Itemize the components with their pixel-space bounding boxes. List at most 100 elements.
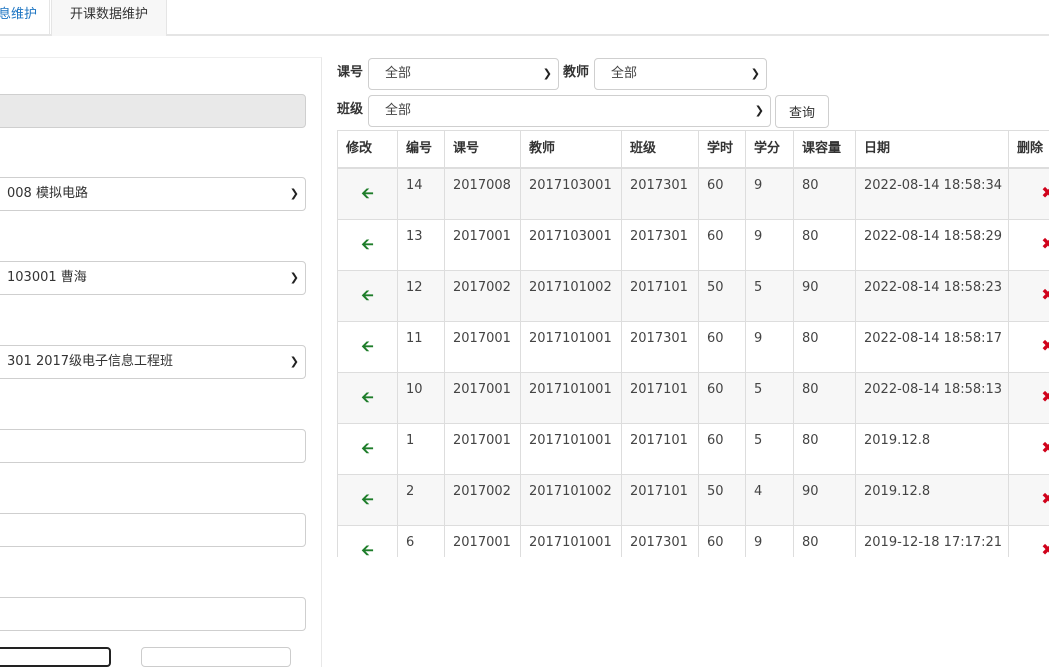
cell-course: 2017002: [445, 270, 521, 321]
left-arrow-icon[interactable]: 🡨: [361, 235, 373, 253]
teacher-select[interactable]: 103001 曹海 ❯: [0, 261, 306, 295]
chevron-down-icon: ❯: [751, 59, 760, 89]
table-row: 🡨 14 2017008 2017103001 2017301 60 9 80 …: [338, 168, 1049, 219]
edit-cell: 🡨: [338, 474, 398, 525]
cell-id: 2: [398, 474, 445, 525]
edit-cell: 🡨: [338, 525, 398, 557]
filter-class-select[interactable]: 全部 ❯: [368, 95, 771, 127]
cell-credit: 5: [746, 270, 794, 321]
cell-hours: 60: [699, 168, 746, 219]
delete-cell: ✖: [1009, 525, 1049, 557]
filter-teacher-label: 教师: [563, 58, 589, 88]
cross-icon[interactable]: ✖: [1041, 540, 1049, 558]
cell-teacher: 2017101001: [521, 525, 622, 557]
cell-date: 2022-08-14 18:58:29: [856, 219, 1009, 270]
cell-course: 2017001: [445, 423, 521, 474]
class-select-value: 301 2017级电子信息工程班: [7, 354, 173, 369]
left-arrow-icon[interactable]: 🡨: [361, 439, 373, 457]
teacher-select-value: 103001 曹海: [7, 270, 87, 285]
submit-button[interactable]: [0, 647, 111, 667]
cross-icon[interactable]: ✖: [1041, 489, 1049, 508]
header-class: 班级: [622, 131, 699, 169]
query-button[interactable]: 查询: [775, 95, 829, 128]
delete-cell: ✖: [1009, 474, 1049, 525]
cross-icon[interactable]: ✖: [1041, 285, 1049, 304]
delete-cell: ✖: [1009, 168, 1049, 219]
cell-capacity: 90: [794, 270, 856, 321]
delete-cell: ✖: [1009, 321, 1049, 372]
cell-class: 2017101: [622, 372, 699, 423]
chevron-down-icon: ❯: [290, 346, 299, 378]
cell-id: 13: [398, 219, 445, 270]
cell-course: 2017008: [445, 168, 521, 219]
capacity-input[interactable]: [0, 597, 306, 631]
cell-credit: 9: [746, 219, 794, 270]
cell-teacher: 2017101002: [521, 270, 622, 321]
cell-class: 2017301: [622, 219, 699, 270]
edit-cell: 🡨: [338, 423, 398, 474]
delete-cell: ✖: [1009, 372, 1049, 423]
header-edit: 修改: [338, 131, 398, 169]
header-id: 编号: [398, 131, 445, 169]
course-select[interactable]: 008 模拟电路 ❯: [0, 177, 306, 211]
table-row: 🡨 11 2017001 2017101001 2017301 60 9 80 …: [338, 321, 1049, 372]
cell-class: 2017101: [622, 474, 699, 525]
header-teacher: 教师: [521, 131, 622, 169]
cell-hours: 60: [699, 372, 746, 423]
cell-teacher: 2017103001: [521, 168, 622, 219]
left-arrow-icon[interactable]: 🡨: [361, 184, 373, 202]
header-credit: 学分: [746, 131, 794, 169]
cell-capacity: 80: [794, 321, 856, 372]
tab-bar: 息维护 开课数据维护: [0, 0, 1049, 36]
cell-course: 2017001: [445, 219, 521, 270]
delete-cell: ✖: [1009, 270, 1049, 321]
table-row: 🡨 1 2017001 2017101001 2017101 60 5 80 2…: [338, 423, 1049, 474]
table-row: 🡨 13 2017001 2017103001 2017301 60 9 80 …: [338, 219, 1049, 270]
cell-date: 2022-08-14 18:58:13: [856, 372, 1009, 423]
credit-input[interactable]: [0, 513, 306, 547]
cross-icon[interactable]: ✖: [1041, 234, 1049, 253]
cross-icon[interactable]: ✖: [1041, 438, 1049, 457]
reset-button[interactable]: [141, 647, 291, 667]
cross-icon[interactable]: ✖: [1041, 183, 1049, 202]
left-arrow-icon[interactable]: 🡨: [361, 490, 373, 508]
chevron-down-icon: ❯: [290, 262, 299, 294]
cell-class: 2017301: [622, 321, 699, 372]
cell-date: 2022-08-14 18:58:34: [856, 168, 1009, 219]
cross-icon[interactable]: ✖: [1041, 336, 1049, 355]
cell-course: 2017001: [445, 525, 521, 557]
tab-course-data-maintenance[interactable]: 开课数据维护: [51, 0, 167, 36]
header-date: 日期: [856, 131, 1009, 169]
filter-teacher-select[interactable]: 全部 ❯: [594, 58, 767, 90]
edit-cell: 🡨: [338, 219, 398, 270]
hours-input[interactable]: [0, 429, 306, 463]
table-header-row: 修改 编号 课号 教师 班级 学时 学分 课容量 日期 删除: [338, 131, 1049, 169]
course-select-value: 008 模拟电路: [7, 186, 88, 201]
cell-class: 2017101: [622, 270, 699, 321]
cell-capacity: 80: [794, 219, 856, 270]
cell-course: 2017001: [445, 372, 521, 423]
cell-hours: 60: [699, 423, 746, 474]
cell-capacity: 80: [794, 372, 856, 423]
cell-date: 2022-08-14 18:58:23: [856, 270, 1009, 321]
cell-credit: 5: [746, 372, 794, 423]
cell-id: 12: [398, 270, 445, 321]
table-row: 🡨 6 2017001 2017101001 2017301 60 9 80 2…: [338, 525, 1049, 557]
header-hours: 学时: [699, 131, 746, 169]
header-delete: 删除: [1009, 131, 1049, 169]
cell-teacher: 2017101002: [521, 474, 622, 525]
left-arrow-icon[interactable]: 🡨: [361, 541, 373, 558]
header-capacity: 课容量: [794, 131, 856, 169]
cell-capacity: 90: [794, 474, 856, 525]
tab-info-maintenance[interactable]: 息维护: [0, 0, 50, 36]
cell-teacher: 2017103001: [521, 219, 622, 270]
cell-credit: 9: [746, 321, 794, 372]
left-arrow-icon[interactable]: 🡨: [361, 388, 373, 406]
cell-capacity: 80: [794, 525, 856, 557]
cross-icon[interactable]: ✖: [1041, 387, 1049, 406]
class-select[interactable]: 301 2017级电子信息工程班 ❯: [0, 345, 306, 379]
cell-credit: 4: [746, 474, 794, 525]
left-arrow-icon[interactable]: 🡨: [361, 337, 373, 355]
filter-course-select[interactable]: 全部 ❯: [368, 58, 559, 90]
left-arrow-icon[interactable]: 🡨: [361, 286, 373, 304]
